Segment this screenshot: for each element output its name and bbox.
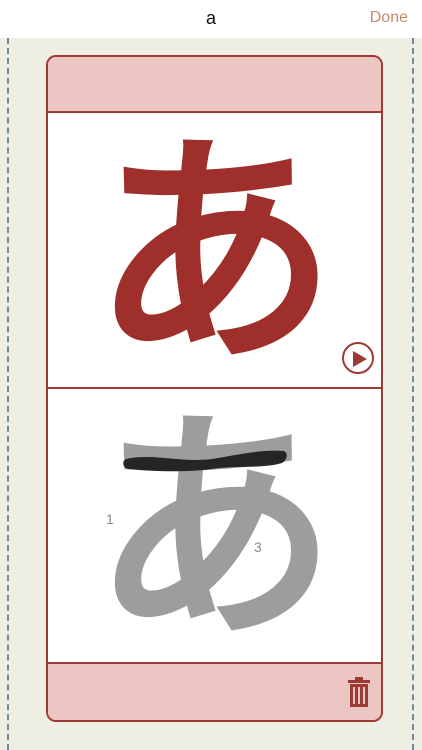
model-character-panel: あ [48, 108, 381, 396]
stroke-number-1: 1 [106, 511, 114, 527]
card-header [48, 57, 381, 113]
trash-icon[interactable] [346, 676, 372, 708]
play-button[interactable] [342, 342, 374, 374]
stitch-border-right [412, 38, 414, 750]
done-button[interactable]: Done [370, 9, 408, 27]
model-character: あ [92, 108, 337, 396]
stroke-number-3: 3 [254, 539, 262, 555]
kana-card: あ あ 1 2 3 [46, 55, 383, 722]
user-drawn-stroke [123, 450, 287, 472]
play-icon [353, 351, 367, 367]
drawing-canvas[interactable]: あ 1 2 3 [48, 389, 381, 664]
page-title: a [205, 8, 216, 28]
card-footer [48, 662, 381, 720]
guide-character: あ [92, 384, 337, 672]
stitch-border-left [7, 38, 9, 750]
navigation-bar: a Done [0, 0, 422, 38]
